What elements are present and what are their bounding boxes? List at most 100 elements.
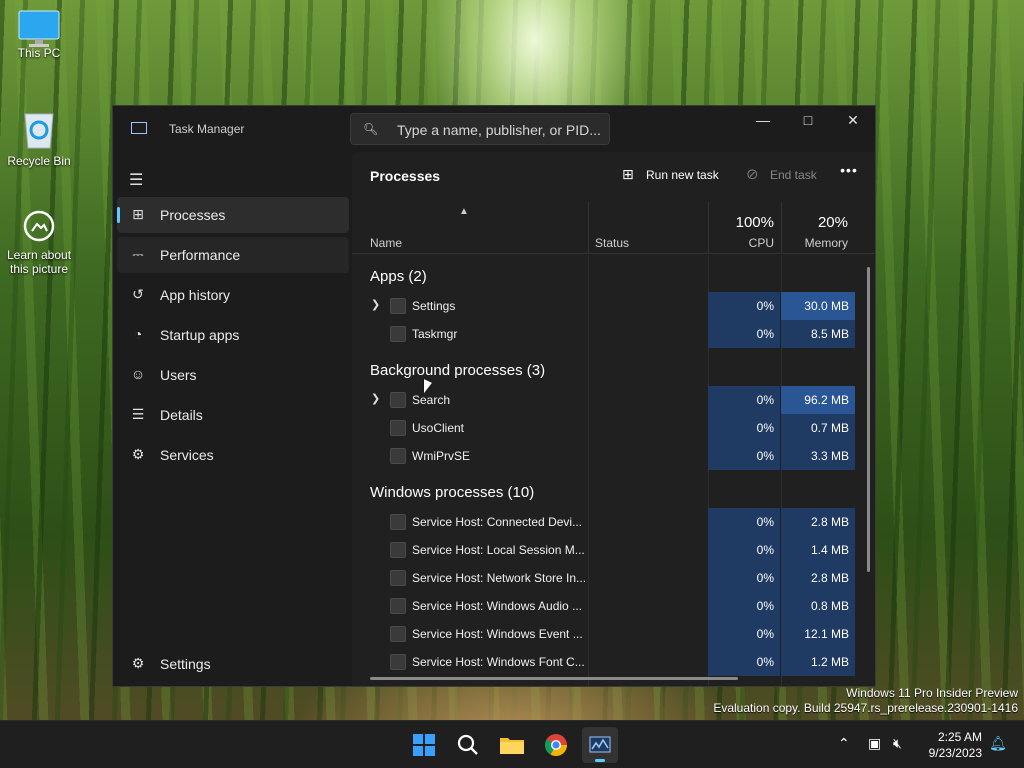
maximize-button[interactable]: □	[785, 106, 831, 136]
desktop-icon-label: Learn about this picture	[6, 248, 72, 276]
process-name: WmiPrvSE	[412, 449, 470, 463]
process-row-settings[interactable]: ❯ Settings 0% 30.0 MB	[352, 292, 875, 320]
sidebar-item-label: Startup apps	[160, 327, 240, 343]
process-name: Service Host: Windows Font C...	[412, 655, 585, 669]
cpu-value: 0%	[708, 592, 780, 620]
sidebar-item-label: Services	[160, 447, 214, 463]
process-icon	[390, 392, 406, 408]
sidebar-item-services[interactable]: ⚙ Services	[117, 437, 349, 473]
hamburger-menu-icon[interactable]: ☰	[129, 170, 143, 190]
active-indicator	[595, 759, 605, 762]
end-task-button[interactable]: ⊘ End task	[744, 160, 824, 190]
processes-grid-icon: ⊞	[132, 206, 144, 222]
column-divider[interactable]	[708, 202, 709, 254]
memory-value: 30.0 MB	[781, 292, 855, 320]
sidebar-item-label: Settings	[160, 656, 211, 672]
expand-chevron-icon[interactable]: ❯	[371, 298, 380, 311]
desktop-icon-this-pc[interactable]: This PC	[0, 10, 78, 60]
column-status[interactable]: Status	[595, 236, 629, 250]
search-box[interactable]: 🔍︎ Type a name, publisher, or PID...	[350, 113, 610, 145]
expand-chevron-icon[interactable]: ❯	[371, 392, 380, 405]
memory-value: 2.8 MB	[781, 564, 855, 592]
start-button[interactable]	[406, 727, 442, 763]
sidebar-item-app-history[interactable]: ↺ App history	[117, 277, 349, 313]
cpu-value: 0%	[708, 648, 780, 676]
process-icon	[390, 598, 406, 614]
run-new-task-button[interactable]: ⊞ Run new task	[620, 160, 730, 190]
column-divider[interactable]	[588, 202, 589, 254]
monitor-icon	[18, 10, 60, 47]
run-new-task-label: Run new task	[646, 168, 719, 182]
memory-value: 12.1 MB	[781, 620, 855, 648]
cpu-total-percent: 100%	[735, 214, 774, 231]
title-bar[interactable]: Task Manager 🔍︎ Type a name, publisher, …	[113, 106, 875, 152]
task-manager-taskbar-button[interactable]	[582, 727, 618, 763]
file-explorer-button[interactable]	[494, 727, 530, 763]
sidebar-item-details[interactable]: ☰ Details	[117, 397, 349, 433]
sidebar-item-users[interactable]: ☺ Users	[117, 357, 349, 393]
memory-value: 0.8 MB	[781, 592, 855, 620]
memory-value: 0.7 MB	[781, 414, 855, 442]
process-row-svchost[interactable]: Service Host: Local Session M... 0% 1.4 …	[352, 536, 875, 564]
sidebar-item-label: Details	[160, 407, 203, 423]
column-header: ▲ Name Status 100% CPU 20% Memory	[352, 202, 875, 254]
process-row-taskmgr[interactable]: Taskmgr 0% 8.5 MB	[352, 320, 875, 348]
memory-value: 1.4 MB	[781, 536, 855, 564]
memory-value: 2.8 MB	[781, 508, 855, 536]
group-header: Apps (2)	[370, 268, 427, 285]
column-memory[interactable]: Memory	[782, 236, 848, 250]
watermark-build: Evaluation copy. Build 25947.rs_prerelea…	[713, 701, 1018, 715]
horizontal-scrollbar[interactable]	[370, 677, 738, 680]
desktop-icon-label: This PC	[17, 46, 61, 60]
sidebar-item-performance[interactable]: ⎓ Performance	[117, 237, 349, 273]
process-name: Service Host: Windows Audio ...	[412, 599, 583, 613]
more-options-button[interactable]: •••	[836, 162, 862, 186]
process-row-svchost[interactable]: Service Host: Network Store In... 0% 2.8…	[352, 564, 875, 592]
desktop-icon-learn-picture[interactable]: Learn about this picture	[0, 210, 78, 276]
column-name[interactable]: Name	[370, 236, 402, 250]
process-name: Service Host: Windows Event ...	[412, 627, 583, 641]
history-icon: ↺	[132, 286, 144, 302]
details-list-icon: ☰	[131, 406, 145, 422]
task-manager-window: Task Manager 🔍︎ Type a name, publisher, …	[112, 105, 876, 687]
chrome-button[interactable]	[538, 727, 574, 763]
process-row-svchost[interactable]: Service Host: Windows Audio ... 0% 0.8 M…	[352, 592, 875, 620]
process-icon	[390, 654, 406, 670]
network-icon[interactable]: ▣	[868, 735, 881, 752]
cpu-value: 0%	[708, 620, 780, 648]
system-clock[interactable]: 2:25 AM 9/23/2023	[916, 729, 982, 761]
process-row-usoclient[interactable]: UsoClient 0% 0.7 MB	[352, 414, 875, 442]
column-cpu[interactable]: CPU	[724, 236, 774, 250]
taskbar-search-button[interactable]	[450, 727, 486, 763]
process-name: Service Host: Connected Devi...	[412, 515, 583, 529]
process-row-svchost[interactable]: Service Host: Connected Devi... 0% 2.8 M…	[352, 508, 875, 536]
sidebar-item-startup-apps[interactable]: ◔ Startup apps	[117, 317, 349, 353]
volume-muted-icon[interactable]: 🔇︎	[893, 735, 902, 752]
cpu-value: 0%	[708, 508, 780, 536]
process-row-svchost[interactable]: Service Host: Windows Event ... 0% 12.1 …	[352, 620, 875, 648]
group-header: Windows processes (10)	[370, 484, 535, 501]
process-icon	[390, 326, 406, 342]
desktop-icon-recycle-bin[interactable]: Recycle Bin	[0, 108, 78, 168]
chrome-icon	[545, 734, 567, 756]
process-row-wmiprvse[interactable]: WmiPrvSE 0% 3.3 MB	[352, 442, 875, 470]
vertical-scrollbar[interactable]	[867, 267, 870, 572]
sidebar-item-processes[interactable]: ⊞ Processes	[117, 197, 349, 233]
recycle-bin-icon	[21, 108, 57, 150]
process-icon	[390, 298, 406, 314]
show-hidden-icons-chevron-icon[interactable]: ⌃	[838, 735, 850, 752]
close-button[interactable]: ✕	[830, 106, 875, 136]
sidebar-item-label: Processes	[160, 207, 226, 223]
new-task-icon: ⊞	[622, 166, 634, 182]
sidebar-item-label: App history	[160, 287, 231, 303]
task-manager-icon	[589, 736, 611, 753]
taskbar: ⌃ ▣ 🔇︎ 2:25 AM 9/23/2023 🔔︎	[0, 720, 1024, 768]
process-row-svchost[interactable]: Service Host: Windows Font C... 0% 1.2 M…	[352, 648, 875, 676]
sidebar-item-settings[interactable]: ⚙ Settings	[117, 646, 349, 682]
notification-bell-icon[interactable]: 🔔︎	[989, 735, 1007, 752]
process-name: Service Host: Network Store In...	[412, 571, 587, 585]
process-icon	[390, 570, 406, 586]
evaluation-watermark: Windows 11 Pro Insider Preview Evaluatio…	[713, 686, 1018, 715]
minimize-button[interactable]: —	[740, 106, 786, 136]
memory-total-percent: 20%	[817, 214, 848, 231]
